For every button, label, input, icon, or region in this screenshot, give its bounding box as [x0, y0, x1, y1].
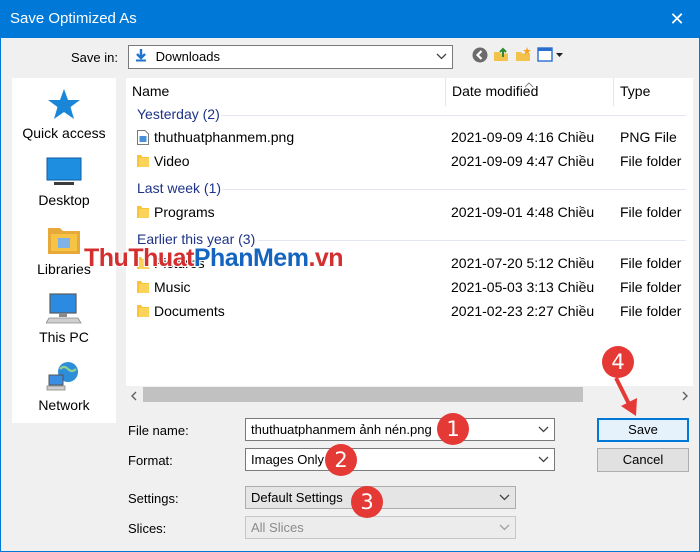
column-header-type[interactable]: Type [614, 78, 693, 106]
row-name: thuthuatphanmem.png [154, 129, 295, 145]
place-label: Libraries [37, 261, 91, 277]
group-divider [222, 189, 686, 190]
annotation-badge-1: 1 [437, 413, 469, 445]
horizontal-scrollbar[interactable] [126, 386, 693, 403]
file-name-label: File name: [128, 423, 189, 438]
chevron-down-icon [538, 449, 549, 470]
place-network[interactable]: Network [12, 360, 116, 413]
watermark-part: ThuThuat [84, 244, 194, 272]
folder-icon [137, 280, 149, 297]
arrow-down-icon [610, 376, 642, 421]
row-date: 2021-07-20 5:12 Chiều [451, 255, 595, 271]
desktop-icon [12, 157, 116, 190]
place-label: This PC [39, 329, 89, 345]
row-type: File folder [620, 279, 682, 295]
folder-icon [137, 205, 149, 222]
sort-indicator-icon [524, 78, 534, 91]
column-name-label: Name [132, 83, 170, 99]
row-name: Video [154, 153, 190, 169]
window-title: Save Optimized As [10, 10, 137, 27]
row-date: 2021-02-23 2:27 Chiều [451, 303, 595, 319]
row-name: Programs [154, 204, 215, 220]
watermark-part: PhanMem [193, 244, 309, 272]
place-desktop[interactable]: Desktop [12, 157, 116, 208]
row-date: 2021-09-01 4:48 Chiều [451, 204, 595, 220]
row-type: PNG File [620, 129, 677, 145]
save-in-combo[interactable]: Downloads [128, 45, 453, 69]
save-in-value: Downloads [155, 49, 220, 64]
format-label: Format: [128, 453, 173, 468]
table-row[interactable]: Documents 2021-02-23 2:27 Chiều File fol… [126, 300, 693, 324]
close-icon[interactable]: ✕ [654, 0, 700, 38]
annotation-badge-3: 3 [351, 486, 383, 518]
title-bar: Save Optimized As ✕ [0, 0, 700, 38]
watermark: ThuThuatPhanMem.vn [84, 244, 344, 273]
watermark-part: .vn [308, 244, 344, 272]
save-button[interactable]: Save [597, 418, 689, 442]
chevron-down-icon [499, 517, 510, 538]
row-type: File folder [620, 303, 682, 319]
slices-value: All Slices [251, 520, 304, 535]
back-icon[interactable] [471, 46, 491, 66]
group-divider [258, 240, 686, 241]
folder-icon [137, 154, 149, 171]
row-date: 2021-09-09 4:47 Chiều [451, 153, 595, 169]
file-name-value: thuthuatphanmem ảnh nén.png [251, 422, 432, 437]
table-row[interactable]: Video 2021-09-09 4:47 Chiều File folder [126, 150, 693, 174]
table-row[interactable]: thuthuatphanmem.png 2021-09-09 4:16 Chiề… [126, 126, 693, 150]
settings-value: Default Settings [251, 490, 343, 505]
row-name: Documents [154, 303, 225, 319]
scroll-right-icon[interactable] [681, 389, 689, 404]
group-divider [221, 115, 686, 116]
column-header-name[interactable]: Name [126, 78, 446, 106]
chevron-down-icon [499, 487, 510, 508]
file-name-input[interactable]: thuthuatphanmem ảnh nén.png [245, 418, 555, 441]
computer-icon [12, 292, 116, 327]
column-type-label: Type [620, 83, 651, 99]
table-row[interactable]: Programs 2021-09-01 4:48 Chiều File fold… [126, 201, 693, 225]
place-label: Quick access [22, 125, 106, 141]
place-quick-access[interactable]: Quick access [12, 88, 116, 141]
network-icon [12, 360, 116, 395]
settings-label: Settings: [128, 491, 179, 506]
table-row[interactable]: Music 2021-05-03 3:13 Chiều File folder [126, 276, 693, 300]
row-name: Music [154, 279, 191, 295]
view-menu-icon[interactable] [537, 46, 565, 66]
group-header[interactable]: Yesterday (2) [137, 106, 220, 122]
row-date: 2021-05-03 3:13 Chiều [451, 279, 595, 295]
chevron-down-icon [436, 46, 447, 67]
slices-label: Slices: [128, 521, 167, 536]
row-type: File folder [620, 153, 682, 169]
scroll-left-icon[interactable] [130, 389, 138, 404]
row-type: File folder [620, 204, 682, 220]
format-select[interactable]: Images Only [245, 448, 555, 471]
scrollbar-thumb[interactable] [143, 387, 583, 402]
new-folder-icon[interactable] [514, 46, 534, 66]
row-date: 2021-09-09 4:16 Chiều [451, 129, 595, 145]
folder-icon [137, 304, 149, 321]
annotation-badge-2: 2 [325, 444, 357, 476]
cancel-button[interactable]: Cancel [597, 448, 689, 472]
row-type: File folder [620, 255, 682, 271]
star-icon [12, 88, 116, 123]
image-file-icon [137, 130, 149, 148]
place-label: Desktop [38, 192, 90, 208]
place-this-pc[interactable]: This PC [12, 292, 116, 345]
group-header[interactable]: Last week (1) [137, 180, 221, 196]
slices-select: All Slices [245, 516, 516, 539]
up-folder-icon[interactable] [492, 46, 512, 66]
format-value: Images Only [251, 452, 324, 467]
save-in-label: Save in: [71, 50, 118, 65]
chevron-down-icon[interactable] [538, 419, 549, 440]
downloads-icon [134, 47, 148, 68]
place-label: Network [38, 397, 90, 413]
annotation-badge-4: 4 [602, 346, 634, 378]
